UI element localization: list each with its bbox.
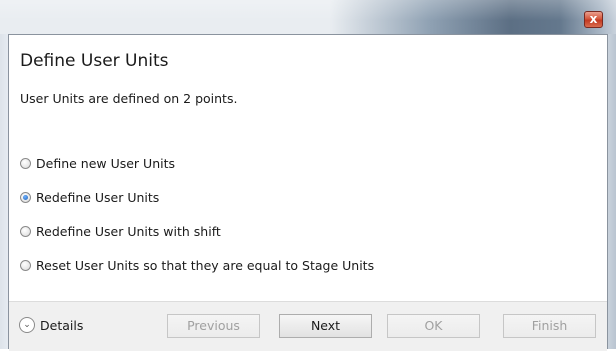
radio-button-checked[interactable] — [20, 191, 31, 203]
page-subtitle: User Units are defined on 2 points. — [20, 91, 238, 106]
dialog-footer: ⌄ Details Previous Next OK Finish — [9, 301, 607, 351]
title-bar-gloss — [0, 0, 616, 34]
page-title: Define User Units — [20, 51, 169, 71]
option-redefine[interactable]: Redefine User Units — [20, 188, 159, 206]
previous-button[interactable]: Previous — [167, 314, 260, 338]
option-define-new[interactable]: Define new User Units — [20, 154, 175, 172]
option-label: Redefine User Units with shift — [36, 223, 221, 239]
chevron-down-icon[interactable]: ⌄ — [19, 317, 35, 333]
window-frame-right — [608, 34, 616, 349]
radio-button[interactable] — [20, 259, 31, 271]
option-label: Redefine User Units — [36, 189, 160, 205]
option-reset[interactable]: Reset User Units so that they are equal … — [20, 256, 374, 274]
radio-button[interactable] — [20, 225, 31, 237]
option-label: Define new User Units — [36, 155, 176, 171]
details-toggle[interactable]: ⌄ Details — [19, 315, 83, 335]
close-icon: x — [589, 12, 598, 26]
radio-button[interactable] — [20, 157, 31, 169]
window-frame-left — [0, 34, 8, 349]
next-button[interactable]: Next — [279, 314, 372, 338]
title-bar[interactable]: x — [0, 0, 616, 34]
option-label: Reset User Units so that they are equal … — [36, 257, 375, 273]
dialog-window: x Define User Units User Units are defin… — [0, 0, 616, 351]
dialog-content: Define User Units User Units are defined… — [8, 34, 608, 351]
finish-button[interactable]: Finish — [503, 314, 596, 338]
close-button[interactable]: x — [584, 11, 603, 28]
details-label: Details — [40, 317, 84, 333]
ok-button[interactable]: OK — [387, 314, 480, 338]
option-redefine-shift[interactable]: Redefine User Units with shift — [20, 222, 221, 240]
